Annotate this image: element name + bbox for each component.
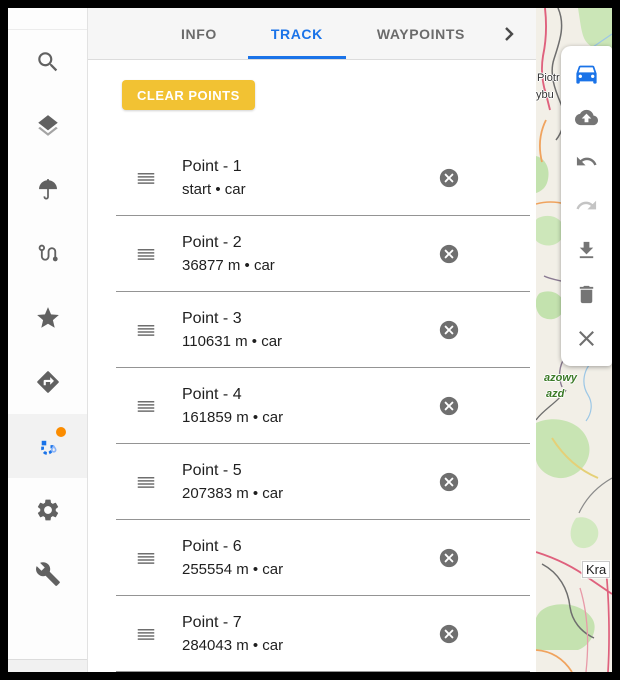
row-divider xyxy=(116,671,530,672)
cancel-icon xyxy=(438,243,460,265)
search-icon xyxy=(35,49,61,75)
cancel-icon xyxy=(438,471,460,493)
drag-handle-icon[interactable] xyxy=(135,167,157,189)
map-town-label-line2: ybu xyxy=(536,89,554,101)
point-subtitle: 255554 m • car xyxy=(182,560,438,580)
delete-point-button[interactable] xyxy=(438,395,460,417)
map-edit-toolbar xyxy=(561,46,612,366)
redo-icon xyxy=(575,194,598,217)
point-subtitle: 36877 m • car xyxy=(182,256,438,276)
point-title: Point - 3 xyxy=(182,307,438,332)
map-area-label-line2: azd xyxy=(546,388,564,400)
map-town-label-line1: Piotr xyxy=(537,72,560,84)
track-point-row: Point - 3 110631 m • car xyxy=(88,292,536,368)
route-icon xyxy=(35,241,61,267)
delete-point-button[interactable] xyxy=(438,471,460,493)
notification-dot xyxy=(56,427,66,437)
sidebar-item-directions[interactable] xyxy=(8,350,87,414)
track-panel-content: CLEAR POINTS Point - 1 start • car Point… xyxy=(88,60,536,672)
point-title: Point - 5 xyxy=(182,459,438,484)
point-subtitle: 161859 m • car xyxy=(182,408,438,428)
close-toolbar-button[interactable] xyxy=(573,325,601,353)
star-icon xyxy=(35,305,61,331)
point-subtitle: 207383 m • car xyxy=(182,484,438,504)
car-icon xyxy=(573,60,600,87)
map-area-label-line1: azowy xyxy=(544,372,577,384)
tabs-overflow-button[interactable] xyxy=(492,8,526,59)
delete-track-button[interactable] xyxy=(573,281,601,309)
trash-icon xyxy=(575,283,598,306)
point-title: Point - 1 xyxy=(182,155,438,180)
sidebar-bottom-strip xyxy=(8,659,87,672)
track-point-row: Point - 7 284043 m • car xyxy=(88,596,536,672)
track-panel: INFO TRACK WAYPOINTS CLEAR POINTS Point … xyxy=(88,8,536,672)
upload-track-button[interactable] xyxy=(573,103,601,131)
umbrella-icon xyxy=(35,177,61,203)
sidebar-item-layers[interactable] xyxy=(8,94,87,158)
delete-point-button[interactable] xyxy=(438,547,460,569)
track-point-row: Point - 6 255554 m • car xyxy=(88,520,536,596)
sidebar-item-umbrella[interactable] xyxy=(8,158,87,222)
drag-handle-icon[interactable] xyxy=(135,395,157,417)
sidebar-top-strip xyxy=(8,8,87,30)
app-window: INFO TRACK WAYPOINTS CLEAR POINTS Point … xyxy=(8,8,612,672)
map-area[interactable]: Piotr ybu azowy azd Kra xyxy=(536,8,612,672)
cancel-icon xyxy=(438,547,460,569)
undo-button[interactable] xyxy=(573,148,601,176)
point-title: Point - 6 xyxy=(182,535,438,560)
download-track-button[interactable] xyxy=(573,236,601,264)
point-subtitle: start • car xyxy=(182,180,438,200)
cancel-icon xyxy=(438,623,460,645)
track-point-row: Point - 5 207383 m • car xyxy=(88,444,536,520)
sidebar-item-track-editor[interactable] xyxy=(8,414,87,478)
point-title: Point - 7 xyxy=(182,611,438,636)
track-points-list: Point - 1 start • car Point - 2 36877 m … xyxy=(88,140,536,672)
point-title: Point - 4 xyxy=(182,383,438,408)
sidebar-item-search[interactable] xyxy=(8,30,87,94)
download-icon xyxy=(575,239,598,262)
point-subtitle: 110631 m • car xyxy=(182,332,438,352)
cancel-icon xyxy=(438,319,460,341)
sidebar-item-favorites[interactable] xyxy=(8,286,87,350)
tab-track[interactable]: TRACK xyxy=(244,8,350,59)
close-icon xyxy=(575,327,598,350)
point-subtitle: 284043 m • car xyxy=(182,636,438,656)
sidebar-item-tools[interactable] xyxy=(8,542,87,606)
drag-handle-icon[interactable] xyxy=(135,471,157,493)
cancel-icon xyxy=(438,395,460,417)
drag-handle-icon[interactable] xyxy=(135,319,157,341)
track-point-row: Point - 4 161859 m • car xyxy=(88,368,536,444)
chevron-right-icon xyxy=(501,26,517,42)
delete-point-button[interactable] xyxy=(438,319,460,341)
tab-info[interactable]: INFO xyxy=(154,8,244,59)
settings-icon xyxy=(35,497,61,523)
drag-handle-icon[interactable] xyxy=(135,623,157,645)
cloud-upload-icon xyxy=(575,106,598,129)
layers-icon xyxy=(35,113,61,139)
directions-icon xyxy=(35,369,61,395)
delete-point-button[interactable] xyxy=(438,167,460,189)
sidebar xyxy=(8,8,88,672)
redo-button[interactable] xyxy=(573,192,601,220)
routing-mode-car-button[interactable] xyxy=(573,59,601,87)
undo-icon xyxy=(575,150,598,173)
point-title: Point - 2 xyxy=(182,231,438,256)
track-editor-icon xyxy=(35,433,61,459)
drag-handle-icon[interactable] xyxy=(135,243,157,265)
clear-points-button[interactable]: CLEAR POINTS xyxy=(122,80,255,110)
cancel-icon xyxy=(438,167,460,189)
sidebar-item-tracks[interactable] xyxy=(8,222,87,286)
tab-bar: INFO TRACK WAYPOINTS xyxy=(88,8,536,60)
tools-icon xyxy=(35,561,61,587)
delete-point-button[interactable] xyxy=(438,623,460,645)
track-point-row: Point - 2 36877 m • car xyxy=(88,216,536,292)
delete-point-button[interactable] xyxy=(438,243,460,265)
track-point-row: Point - 1 start • car xyxy=(88,140,536,216)
drag-handle-icon[interactable] xyxy=(135,547,157,569)
map-city-label: Kra xyxy=(582,561,610,578)
sidebar-item-settings[interactable] xyxy=(8,478,87,542)
tab-waypoints[interactable]: WAYPOINTS xyxy=(350,8,492,59)
